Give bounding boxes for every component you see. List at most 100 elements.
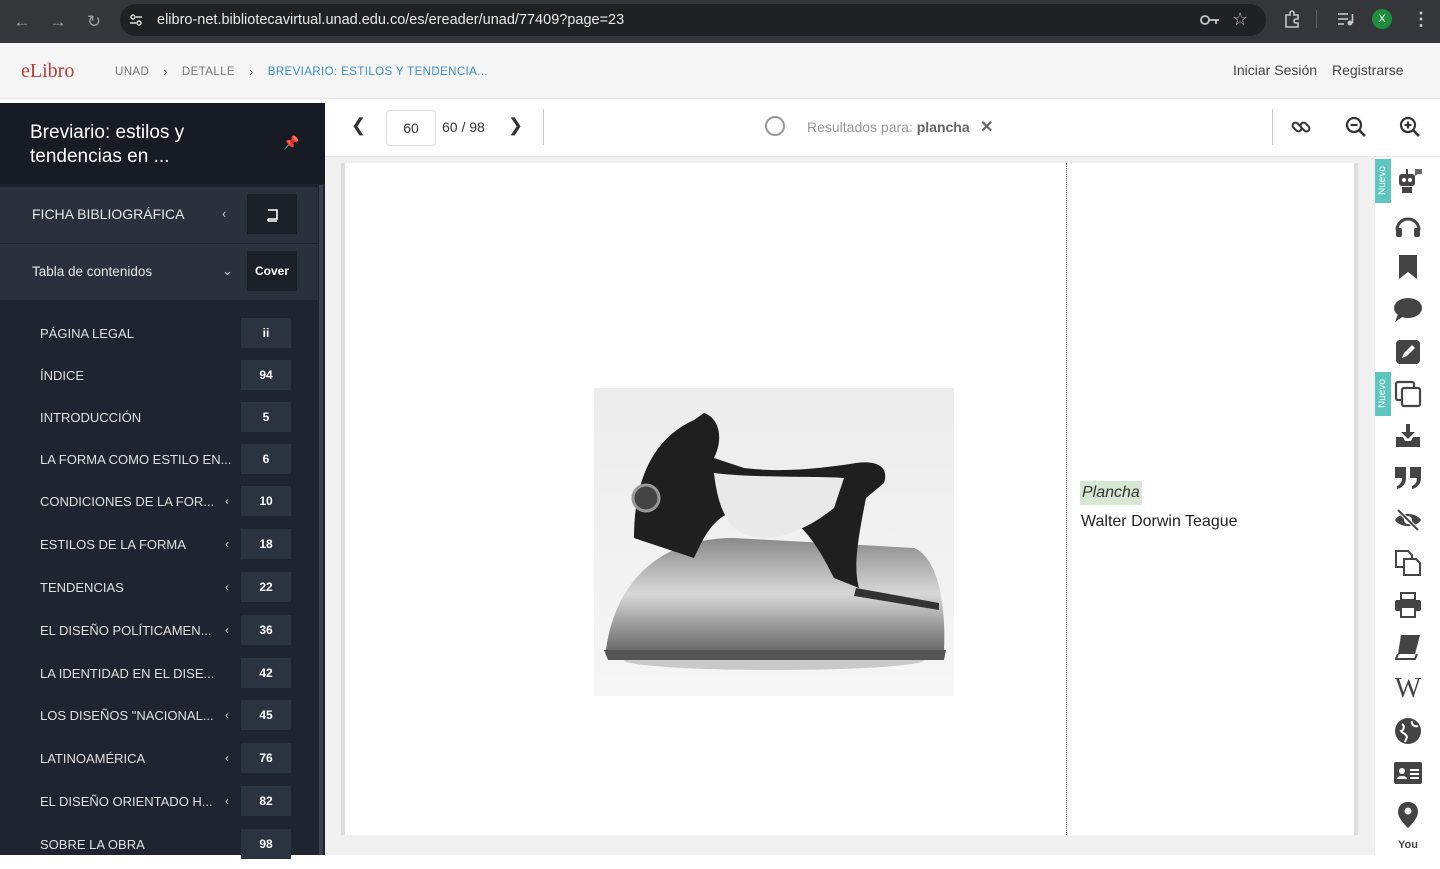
toc-page-number[interactable]: 76 <box>241 743 291 773</box>
search-prefix: Resultados para: <box>807 119 913 135</box>
bookmark-star-icon[interactable]: ☆ <box>1232 9 1248 30</box>
link-icon[interactable] <box>1289 115 1313 139</box>
toc-page-number[interactable]: 45 <box>241 700 291 730</box>
wikipedia-icon[interactable]: W <box>1393 673 1423 704</box>
url-text[interactable]: elibro-net.bibliotecavirtual.unad.edu.co… <box>157 4 624 36</box>
toc-page-number[interactable]: 22 <box>241 572 291 602</box>
chevron-left-icon[interactable]: ‹ <box>225 708 229 722</box>
prev-page-icon[interactable]: ❮ <box>351 115 366 136</box>
toc-item[interactable]: LATINOAMÉRICA ‹ 76 <box>0 743 318 775</box>
toc-page-number[interactable]: ii <box>241 318 291 348</box>
breadcrumb-current[interactable]: BREVIARIO: ESTILOS Y TENDENCIA... <box>268 66 488 78</box>
toc-page-number[interactable]: 82 <box>241 786 291 816</box>
clear-search-icon[interactable]: ✕ <box>980 117 993 137</box>
toc-item-label: LATINOAMÉRICA <box>40 751 146 766</box>
browser-menu-icon[interactable]: ⋮ <box>1412 9 1430 30</box>
toc-item[interactable]: INTRODUCCIÓN 5 <box>0 402 318 434</box>
youtube-icon[interactable]: You <box>1393 839 1423 869</box>
toc-item[interactable]: SOBRE LA OBRA 98 <box>0 829 318 861</box>
chevron-left-icon[interactable]: ‹ <box>225 537 229 551</box>
toc-page-number[interactable]: 6 <box>241 444 291 474</box>
chevron-left-icon[interactable]: ‹ <box>225 580 229 594</box>
toc-page-number[interactable]: 94 <box>241 360 291 390</box>
back-icon[interactable]: ← <box>8 8 36 36</box>
toc-item[interactable]: LA FORMA COMO ESTILO EN... 6 <box>0 444 318 476</box>
page-number-input[interactable]: 60 <box>386 110 436 146</box>
toc-item-label: ÍNDICE <box>40 368 85 383</box>
breadcrumb-unad[interactable]: UNAD <box>115 66 149 78</box>
chevron-left-icon[interactable]: ‹ <box>225 751 229 765</box>
chevron-left-icon[interactable]: ‹ <box>225 794 229 808</box>
toc-item[interactable]: ESTILOS DE LA FORMA ‹ 18 <box>0 529 318 561</box>
toc-page-number[interactable]: 5 <box>241 402 291 432</box>
robot-assistant-icon[interactable] <box>1393 165 1423 195</box>
download-icon[interactable] <box>1393 421 1423 451</box>
table-of-contents-section[interactable]: Tabla de contenidos ⌄ Cover <box>0 244 318 300</box>
ficha-bibliografica-section[interactable]: FICHA BIBLIOGRÁFICA ‹ <box>0 187 318 243</box>
profile-avatar[interactable]: X <box>1372 9 1392 29</box>
toc-item[interactable]: EL DISEÑO POLÍTICAMEN... ‹ 36 <box>0 615 318 647</box>
reading-book-icon[interactable] <box>1393 632 1423 662</box>
caption-title: Plancha <box>1080 481 1142 505</box>
address-bar[interactable]: elibro-net.bibliotecavirtual.unad.edu.co… <box>120 4 1266 36</box>
reload-icon[interactable]: ↻ <box>80 8 108 36</box>
toc-item[interactable]: TENDENCIAS ‹ 22 <box>0 572 318 604</box>
book-title-box: Breviario: estilos y tendencias en ... 📌 <box>0 103 325 184</box>
toc-item[interactable]: EL DISEÑO ORIENTADO H... ‹ 82 <box>0 786 318 818</box>
book-icon <box>267 209 278 222</box>
media-queue-icon[interactable] <box>1337 11 1355 27</box>
site-info-icon[interactable] <box>128 12 144 28</box>
zoom-in-icon[interactable] <box>1398 115 1422 139</box>
search-icon[interactable] <box>765 116 785 136</box>
accessibility-eye-off-icon[interactable] <box>1393 505 1423 535</box>
document-viewer[interactable]: Plancha Walter Dorwin Teague <box>325 157 1374 855</box>
id-card-icon[interactable] <box>1393 758 1423 788</box>
chevron-left-icon: ‹ <box>222 206 227 221</box>
cover-button[interactable]: Cover <box>247 251 297 291</box>
highlight-pen-icon[interactable] <box>1393 337 1423 367</box>
book-icon-button[interactable] <box>247 194 297 234</box>
map-pin-icon[interactable] <box>1393 800 1423 830</box>
breadcrumb-separator-icon: › <box>163 64 168 79</box>
breadcrumb-detalle[interactable]: DETALLE <box>182 66 235 78</box>
toc-item-label: LA FORMA COMO ESTILO EN... <box>40 452 232 467</box>
copy-pages-icon[interactable] <box>1393 379 1423 409</box>
globe-icon[interactable] <box>1393 716 1423 746</box>
key-icon[interactable] <box>1200 13 1220 27</box>
logo-libro: Libro <box>29 60 75 82</box>
divider <box>1272 109 1273 145</box>
toc-item-label: INTRODUCCIÓN <box>40 410 142 425</box>
next-page-icon[interactable]: ❯ <box>508 115 523 136</box>
chevron-left-icon[interactable]: ‹ <box>225 623 229 637</box>
print-icon[interactable] <box>1393 590 1423 620</box>
page-divider <box>1066 163 1067 835</box>
duplicate-document-icon[interactable] <box>1393 548 1423 578</box>
citation-quote-icon[interactable] <box>1393 463 1423 493</box>
toc-page-number[interactable]: 42 <box>241 658 291 688</box>
pin-icon[interactable]: 📌 <box>283 135 299 151</box>
sidebar-scrollbar[interactable] <box>319 185 323 855</box>
login-link[interactable]: Iniciar Sesión <box>1233 62 1317 78</box>
toc-item[interactable]: PÁGINA LEGAL ii <box>0 318 318 350</box>
toc-page-number[interactable]: 36 <box>241 615 291 645</box>
toc-page-number[interactable]: 10 <box>241 486 291 516</box>
toc-item[interactable]: LOS DISEÑOS "NACIONAL... ‹ 45 <box>0 700 318 732</box>
elibro-logo[interactable]: eLibro <box>21 60 74 83</box>
toc-item[interactable]: LA IDENTIDAD EN EL DISE... 42 <box>0 658 318 690</box>
breadcrumb: UNAD › DETALLE › BREVIARIO: ESTILOS Y TE… <box>115 64 488 79</box>
bookmark-icon[interactable] <box>1393 252 1423 282</box>
extensions-icon[interactable] <box>1283 10 1301 28</box>
zoom-out-icon[interactable] <box>1344 115 1368 139</box>
toc-item-label: LA IDENTIDAD EN EL DISE... <box>40 666 215 681</box>
forward-icon[interactable]: → <box>44 8 72 36</box>
comment-icon[interactable] <box>1393 295 1423 325</box>
audio-headphones-icon[interactable] <box>1393 210 1423 240</box>
toc-item-label: SOBRE LA OBRA <box>40 837 145 852</box>
caption-author: Walter Dorwin Teague <box>1081 513 1238 530</box>
chevron-down-icon: ⌄ <box>222 263 233 278</box>
toc-item[interactable]: ÍNDICE 94 <box>0 360 318 392</box>
toc-item[interactable]: CONDICIONES DE LA FOR... ‹ 10 <box>0 486 318 518</box>
toc-page-number[interactable]: 18 <box>241 529 291 559</box>
chevron-left-icon[interactable]: ‹ <box>225 494 229 508</box>
register-link[interactable]: Registrarse <box>1332 62 1404 78</box>
